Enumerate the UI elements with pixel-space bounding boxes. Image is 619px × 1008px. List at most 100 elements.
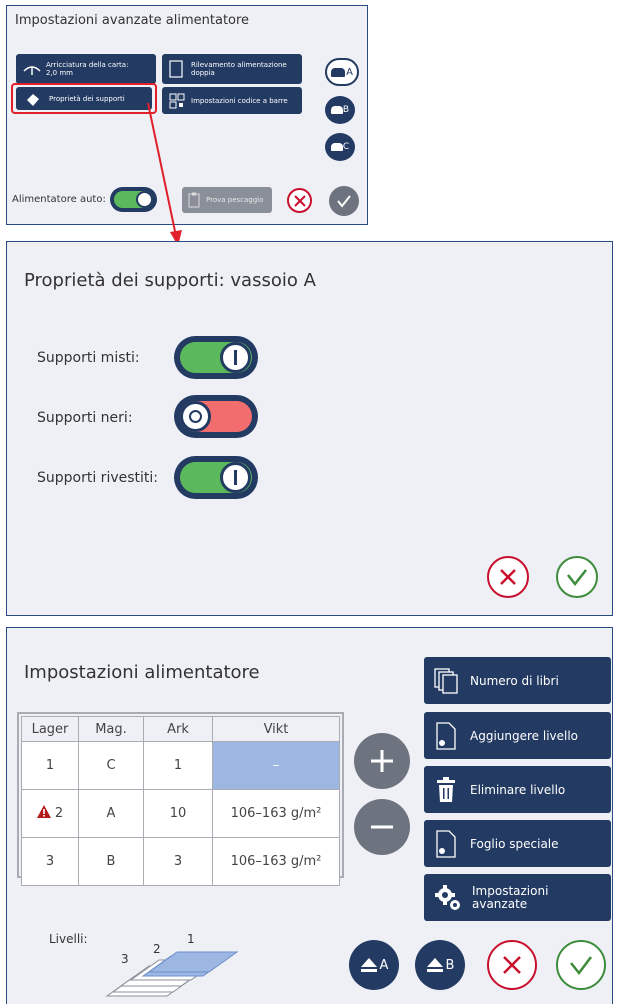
check-icon <box>570 956 592 975</box>
media-properties-panel: Proprietà dei supporti: vassoio A Suppor… <box>6 241 613 616</box>
advanced-settings-label-line1: Impostazioni <box>472 883 549 898</box>
delete-level-label: Eliminare livello <box>470 782 566 797</box>
tray-c-label: C <box>342 142 350 152</box>
black-media-toggle[interactable] <box>174 395 258 438</box>
trash-icon <box>436 776 456 803</box>
mixed-media-label: Supporti misti: <box>37 350 140 366</box>
weight-cell: 106–163 g/m² <box>212 837 340 886</box>
cancel-button[interactable] <box>487 940 537 990</box>
advanced-settings-button[interactable]: Impostazioni avanzate <box>424 874 611 921</box>
magazine-cell: B <box>78 837 144 886</box>
confirm-button[interactable] <box>556 940 606 990</box>
tray-icon <box>330 106 343 114</box>
column-header-weight: Vikt <box>212 716 340 742</box>
special-sheet-button[interactable]: Foglio speciale <box>424 820 611 867</box>
eject-icon <box>426 958 443 972</box>
eject-a-label: A <box>379 957 389 973</box>
weight-cell: – <box>212 741 340 790</box>
panel-title: Proprietà dei supporti: vassoio A <box>24 270 316 291</box>
paper-curl-value: 2,0 mm <box>46 69 73 77</box>
coated-media-label: Supporti rivestiti: <box>37 470 158 486</box>
cancel-button[interactable] <box>287 188 312 213</box>
sheets-cell: 10 <box>143 789 213 838</box>
level-cell: 3 <box>21 837 79 886</box>
tray-b-button[interactable]: B <box>325 96 355 124</box>
media-properties-button[interactable]: Proprietà dei supporti <box>16 87 152 110</box>
coated-media-toggle[interactable] <box>174 456 258 499</box>
gears-icon <box>434 884 462 912</box>
toggle-knob-mark <box>234 350 237 365</box>
number-of-books-label: Numero di libri <box>470 673 559 688</box>
delete-level-button[interactable]: Eliminare livello <box>424 766 611 813</box>
column-header-level: Lager <box>21 716 79 742</box>
add-level-label: Aggiungere livello <box>470 728 579 743</box>
check-icon <box>337 195 351 208</box>
table-row[interactable]: 1 C 1 – <box>21 741 340 790</box>
sheets-cell: 1 <box>143 741 213 790</box>
increase-button[interactable] <box>354 733 410 789</box>
barcode-settings-label: Impostazioni codice a barre <box>191 96 288 105</box>
advanced-settings-label-line2: avanzate <box>472 896 528 911</box>
magazine-cell: A <box>78 789 144 838</box>
tag-icon <box>25 92 41 106</box>
double-feed-label: Rilevamento alimentazione doppia <box>191 61 287 77</box>
magazine-cell: C <box>78 741 144 790</box>
tray-a-label: A <box>346 66 353 78</box>
paper-curl-button[interactable]: Arricciatura della carta: 2,0 mm <box>16 54 156 84</box>
add-level-button[interactable]: Aggiungere livello <box>424 712 611 759</box>
document-icon <box>169 60 183 78</box>
callout-arrow <box>147 102 182 246</box>
level-cell: 1 <box>21 741 79 790</box>
eject-b-button[interactable]: B <box>415 940 465 990</box>
tray-icon <box>331 67 346 77</box>
check-icon <box>567 569 587 586</box>
feeder-table: Lager Mag. Ark Vikt 1 C 1 – 2 A 10 106–1… <box>21 716 340 886</box>
double-feed-button[interactable]: Rilevamento alimentazione doppia <box>162 54 302 84</box>
tray-c-button[interactable]: C <box>325 133 355 161</box>
level-number-3: 3 <box>121 952 129 966</box>
level-cell: 2 <box>21 789 79 838</box>
close-icon <box>503 956 521 974</box>
minus-icon <box>371 825 393 829</box>
level-value: 2 <box>54 806 64 821</box>
toggle-knob-mark <box>189 410 202 423</box>
warning-icon <box>36 805 51 822</box>
tray-b-label: B <box>342 105 350 115</box>
feeder-settings-panel: Impostazioni alimentatore Lager Mag. Ark… <box>6 627 613 1004</box>
cancel-button[interactable] <box>487 556 529 598</box>
special-sheet-label: Foglio speciale <box>470 836 559 851</box>
media-properties-label: Proprietà dei supporti <box>49 94 125 103</box>
column-header-magazine: Mag. <box>78 716 144 742</box>
mixed-media-toggle[interactable] <box>174 336 258 379</box>
close-icon <box>293 194 306 207</box>
paper-curl-label: Arricciatura della carta: <box>46 61 129 69</box>
confirm-button[interactable] <box>556 556 598 598</box>
panel-title: Impostazioni alimentatore <box>24 662 260 683</box>
eject-icon <box>360 958 377 972</box>
eject-a-button[interactable]: A <box>349 940 399 990</box>
sheets-cell: 3 <box>143 837 213 886</box>
special-sheet-icon <box>436 829 456 858</box>
plus-icon <box>371 750 393 772</box>
table-row[interactable]: 2 A 10 106–163 g/m² <box>21 789 340 838</box>
tray-a-button[interactable]: A <box>325 58 359 86</box>
eject-b-label: B <box>445 957 455 973</box>
weight-cell: 106–163 g/m² <box>212 789 340 838</box>
confirm-button[interactable] <box>329 186 359 216</box>
level-number-1: 1 <box>187 932 195 946</box>
auto-feeder-label: Alimentatore auto: <box>12 194 106 205</box>
tray-icon <box>330 143 343 151</box>
add-page-icon <box>436 721 456 750</box>
number-of-books-button[interactable]: Numero di libri <box>424 657 611 704</box>
table-row[interactable]: 3 B 3 106–163 g/m² <box>21 837 340 886</box>
toggle-knob-mark <box>234 470 237 485</box>
column-header-sheets: Ark <box>143 716 213 742</box>
test-feed-button[interactable]: Prova pescaggio <box>182 187 272 213</box>
level-number-2: 2 <box>153 942 161 956</box>
decrease-button[interactable] <box>354 799 410 855</box>
curl-icon <box>22 61 42 77</box>
panel-title: Impostazioni avanzate alimentatore <box>15 13 250 28</box>
close-icon <box>500 569 516 585</box>
black-media-label: Supporti neri: <box>37 410 133 426</box>
test-feed-label: Prova pescaggio <box>206 196 264 204</box>
